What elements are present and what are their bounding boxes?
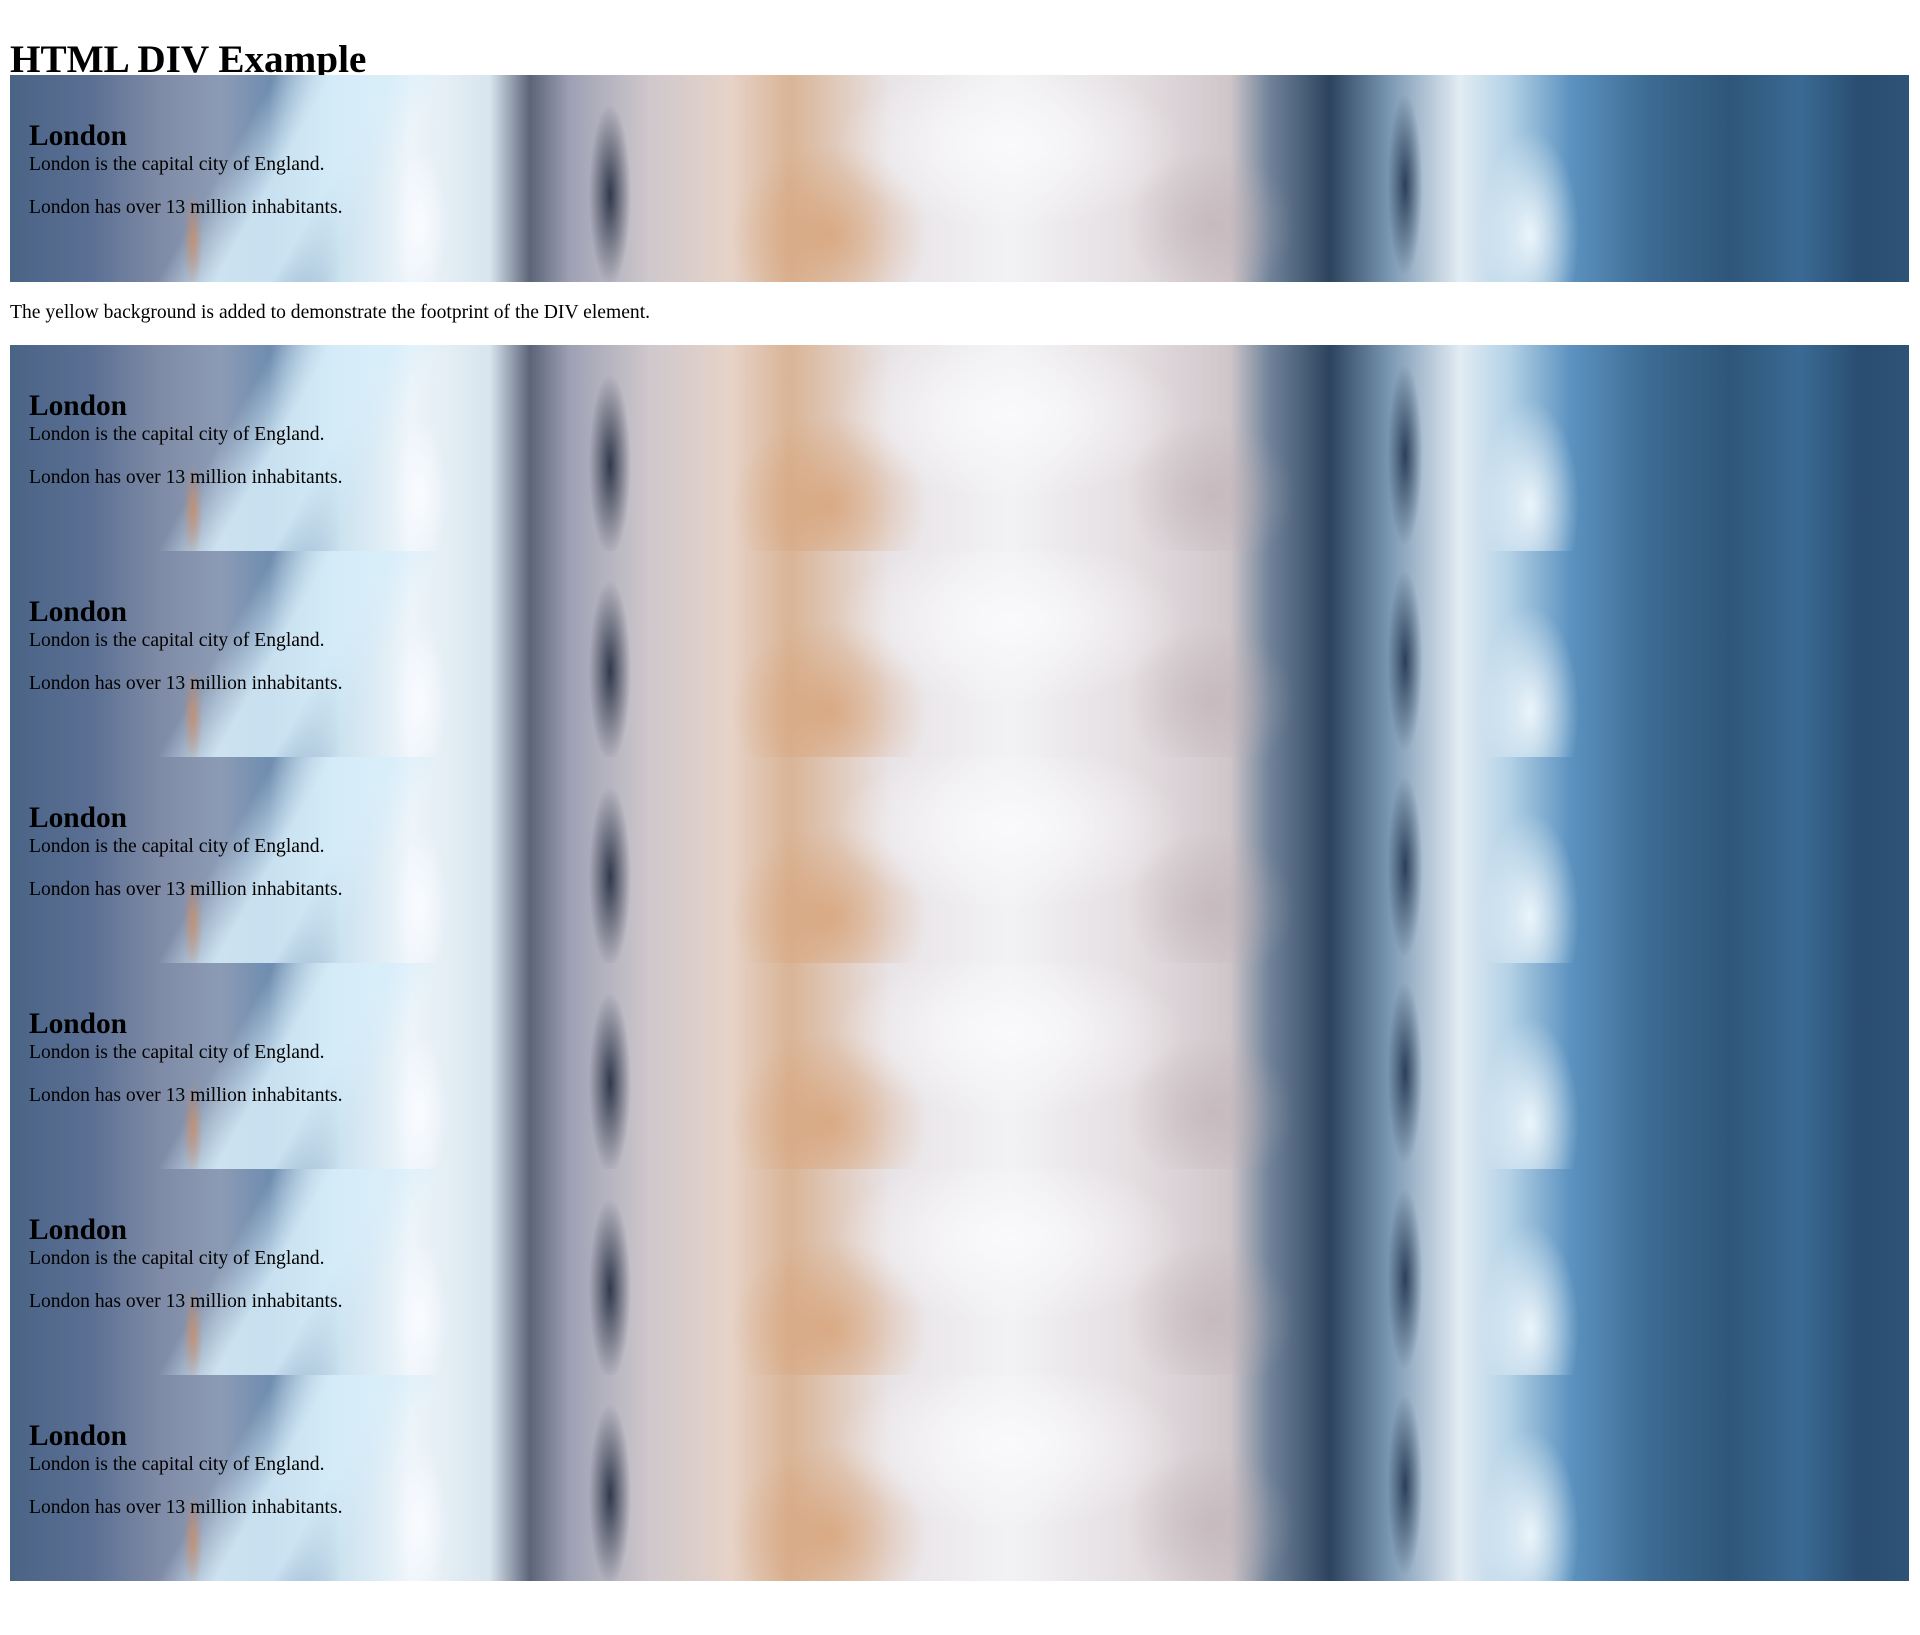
london-heading: London (29, 596, 128, 628)
london-div: London London is the capital city of Eng… (10, 551, 1909, 757)
page-body: HTML DIV Example London London is the ca… (0, 0, 1920, 1581)
london-population-text: London has over 13 million inhabitants. (29, 467, 343, 488)
london-heading: London (29, 1420, 128, 1452)
london-div: London London is the capital city of Eng… (10, 345, 1909, 551)
london-population-text: London has over 13 million inhabitants. (29, 1085, 343, 1106)
london-population-text: London has over 13 million inhabitants. (29, 879, 343, 900)
london-capital-text: London is the capital city of England. (29, 1248, 325, 1269)
london-capital-text: London is the capital city of England. (29, 424, 325, 445)
london-div: London London is the capital city of Eng… (10, 757, 1909, 963)
london-population-text: London has over 13 million inhabitants. (29, 673, 343, 694)
london-div: London London is the capital city of Eng… (10, 75, 1909, 282)
london-heading: London (29, 1008, 128, 1040)
london-capital-text: London is the capital city of England. (29, 154, 325, 175)
london-capital-text: London is the capital city of England. (29, 1454, 325, 1475)
london-capital-text: London is the capital city of England. (29, 630, 325, 651)
london-population-text: London has over 13 million inhabitants. (29, 197, 343, 218)
london-heading: London (29, 1214, 128, 1246)
london-population-text: London has over 13 million inhabitants. (29, 1497, 343, 1518)
london-capital-text: London is the capital city of England. (29, 1042, 325, 1063)
london-div: London London is the capital city of Eng… (10, 1169, 1909, 1375)
london-heading: London (29, 120, 128, 152)
london-population-text: London has over 13 million inhabitants. (29, 1291, 343, 1312)
page-title: HTML DIV Example (10, 38, 367, 81)
london-div: London London is the capital city of Eng… (10, 1375, 1909, 1581)
london-capital-text: London is the capital city of England. (29, 836, 325, 857)
london-div: London London is the capital city of Eng… (10, 963, 1909, 1169)
london-heading: London (29, 802, 128, 834)
footprint-note: The yellow background is added to demons… (10, 302, 651, 323)
london-heading: London (29, 390, 128, 422)
